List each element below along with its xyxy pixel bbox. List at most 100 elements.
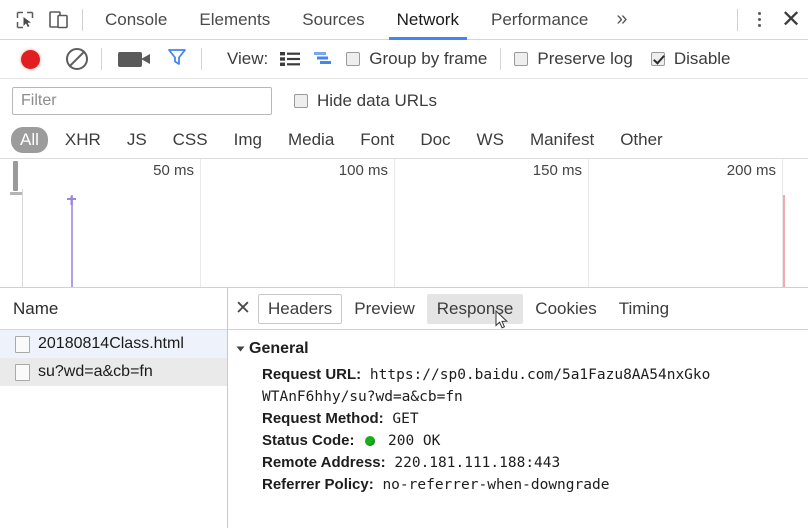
tab-preview[interactable]: Preview: [344, 294, 424, 324]
preserve-log-label: Preserve log: [537, 49, 633, 68]
resource-type-filters: All XHR JS CSS Img Media Font Doc WS Man…: [0, 122, 808, 159]
device-toolbar-icon[interactable]: [42, 0, 76, 40]
hide-data-urls-checkbox[interactable]: [294, 93, 308, 108]
domcontentloaded-marker-handle: [67, 192, 76, 205]
network-toolbar: View: Group by frame Preserve log Disabl…: [0, 40, 808, 79]
type-filter-font[interactable]: Font: [351, 127, 403, 153]
type-filter-manifest-label: Manifest: [529, 130, 595, 149]
type-filter-css-label: CSS: [172, 130, 208, 149]
request-list-column-header[interactable]: Name: [0, 288, 227, 330]
request-url-key: Request URL:: [262, 366, 362, 383]
tab-sources[interactable]: Sources: [286, 0, 380, 40]
kebab-menu-icon[interactable]: [744, 0, 774, 40]
type-filter-other-label: Other: [620, 130, 663, 149]
overview-left-handle-foot: [10, 192, 22, 195]
clear-icon[interactable]: [66, 48, 88, 70]
field-status-code: Status Code: 200 OK: [238, 430, 808, 452]
remote-address-key: Remote Address:: [262, 454, 386, 471]
disable-cache-checkbox[interactable]: [650, 52, 665, 66]
overview-tick-200ms: 200 ms: [726, 162, 776, 179]
type-filter-media-label: Media: [287, 130, 335, 149]
checkbox-group-by-frame[interactable]: Group by frame: [346, 49, 487, 69]
field-remote-address: Remote Address: 220.181.111.188:443: [238, 452, 808, 474]
tab-elements[interactable]: Elements: [183, 0, 286, 40]
field-request-method: Request Method: GET: [238, 408, 808, 430]
type-filter-img-label: Img: [233, 130, 262, 149]
list-view-icon[interactable]: [280, 51, 301, 67]
general-section-header[interactable]: General: [236, 340, 808, 358]
close-icon[interactable]: ✕: [774, 0, 808, 40]
network-bottom-pane: Name 20180814Class.html su?wd=a&cb=fn ✕ …: [0, 288, 808, 528]
group-by-frame-label: Group by frame: [369, 49, 488, 68]
domcontentloaded-marker-line: [71, 195, 73, 287]
more-tabs-label: »: [616, 8, 628, 30]
group-by-frame-checkbox[interactable]: [346, 52, 361, 66]
type-filter-media[interactable]: Media: [279, 127, 343, 153]
overview-left-border: [22, 189, 23, 287]
details-close-label: ✕: [235, 298, 251, 319]
network-overview-timeline[interactable]: 50 ms 100 ms 150 ms 200 ms: [0, 159, 808, 288]
toolbar-divider-2: [201, 48, 202, 70]
type-filter-js[interactable]: JS: [118, 127, 156, 153]
tab-cookies[interactable]: Cookies: [525, 294, 606, 324]
checkbox-hide-data-urls[interactable]: Hide data URLs: [294, 91, 437, 111]
tab-preview-label: Preview: [354, 298, 415, 318]
tab-cookies-label: Cookies: [535, 298, 597, 318]
tab-response[interactable]: Response: [426, 293, 524, 324]
toolbar-divider-right: [737, 8, 738, 31]
type-filter-all[interactable]: All: [11, 127, 48, 153]
type-filter-manifest[interactable]: Manifest: [521, 127, 603, 153]
type-filter-ws[interactable]: WS: [468, 127, 513, 153]
checkbox-disable-cache[interactable]: Disable: [650, 49, 731, 69]
type-filter-doc[interactable]: Doc: [411, 127, 459, 153]
details-close-icon[interactable]: ✕: [228, 288, 258, 330]
tab-network[interactable]: Network: [381, 0, 475, 40]
general-section-title: General: [249, 340, 309, 357]
tab-response-label: Response: [436, 298, 514, 318]
overview-tick-100ms: 100 ms: [338, 162, 388, 179]
tab-headers-label: Headers: [268, 298, 333, 318]
request-method-value: GET: [392, 411, 419, 427]
overview-tick-150ms: 150 ms: [532, 162, 582, 179]
type-filter-doc-label: Doc: [420, 130, 451, 149]
inspect-element-icon[interactable]: [8, 0, 42, 40]
request-details-panel: ✕ Headers Preview Response Cookies Timin…: [228, 288, 808, 528]
request-list-panel: Name 20180814Class.html su?wd=a&cb=fn: [0, 288, 228, 528]
table-row[interactable]: su?wd=a&cb=fn: [0, 358, 227, 386]
tabbar-right-controls: ✕: [731, 0, 808, 40]
more-tabs-chevron-icon[interactable]: »: [604, 0, 639, 40]
type-filter-xhr[interactable]: XHR: [56, 127, 110, 153]
tab-headers[interactable]: Headers: [258, 293, 343, 324]
funnel-icon[interactable]: [166, 47, 188, 72]
load-event-marker-line: [783, 195, 785, 287]
preserve-log-checkbox[interactable]: [514, 52, 529, 66]
type-filter-img[interactable]: Img: [225, 127, 271, 153]
tab-elements-label: Elements: [199, 9, 271, 29]
tab-performance[interactable]: Performance: [475, 0, 604, 40]
tab-sources-label: Sources: [302, 9, 365, 29]
waterfall-view-icon[interactable]: [312, 51, 334, 67]
hide-data-urls-label: Hide data URLs: [317, 90, 438, 110]
field-request-url: Request URL: https://sp0.baidu.com/5a1Fa…: [238, 364, 808, 386]
request-name-label: 20180814Class.html: [38, 335, 184, 352]
type-filter-css[interactable]: CSS: [164, 127, 217, 153]
status-code-value: 200 OK: [387, 433, 441, 449]
overview-tick-50ms: 50 ms: [153, 162, 194, 179]
request-url-value: https://sp0.baidu.com/5a1Fazu8AA54nxGko: [369, 367, 711, 383]
tab-console-label: Console: [105, 9, 168, 29]
tab-timing[interactable]: Timing: [609, 294, 679, 324]
request-method-key: Request Method:: [262, 410, 384, 427]
document-icon: [15, 363, 30, 381]
tab-console[interactable]: Console: [89, 0, 183, 40]
filter-input[interactable]: [12, 86, 272, 115]
record-button-icon[interactable]: [21, 49, 40, 69]
type-filter-other[interactable]: Other: [611, 127, 672, 153]
request-url-value-wrap: WTAnF6hhy/su?wd=a&cb=fn: [262, 389, 463, 405]
type-filter-xhr-label: XHR: [64, 130, 101, 149]
checkbox-preserve-log[interactable]: Preserve log: [514, 49, 633, 69]
type-filter-js-label: JS: [126, 130, 147, 149]
table-row[interactable]: 20180814Class.html: [0, 330, 227, 358]
camera-icon[interactable]: [118, 51, 150, 67]
type-filter-all-label: All: [20, 130, 39, 149]
type-filter-ws-label: WS: [476, 130, 504, 149]
